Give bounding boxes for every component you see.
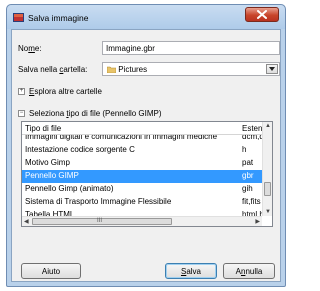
help-button-label: Aiuto xyxy=(41,266,61,276)
filetype-list-viewport: Tipo di file Estensioni Immagini digital… xyxy=(22,122,262,216)
filetype-name: Sistema di Trasporto Immagine Flessibile xyxy=(25,197,172,206)
expand-plus-icon: + xyxy=(18,88,25,95)
cancel-button-label: Annulla xyxy=(235,266,263,276)
column-header-ext[interactable]: Estensioni xyxy=(242,124,262,133)
horizontal-scroll-thumb[interactable]: III xyxy=(32,218,172,225)
list-item[interactable]: Intestazione codice sorgente C h xyxy=(22,144,262,157)
title-bar[interactable]: Salva immagine xyxy=(7,5,285,29)
scroll-left-icon[interactable]: ◀ xyxy=(24,218,29,225)
filetype-name: Pennello GIMP xyxy=(25,171,79,180)
filename-value: Immagine.gbr xyxy=(106,44,155,53)
folder-icon xyxy=(106,66,117,74)
vertical-scroll-thumb[interactable] xyxy=(264,182,271,196)
name-label: Nome: xyxy=(18,44,42,53)
browse-folders-expander[interactable]: + Esplora altre cartelle xyxy=(18,87,102,96)
save-image-dialog: Salva immagine Nome: Immagine.gbr Salva … xyxy=(6,4,286,287)
scroll-grip: III xyxy=(97,218,103,224)
filetype-extensions: gbr xyxy=(242,171,254,180)
cancel-button[interactable]: Annulla xyxy=(223,263,275,279)
list-item[interactable]: Motivo Gimp pat xyxy=(22,157,262,170)
browse-folders-label: Esplora altre cartelle xyxy=(29,87,102,96)
scroll-down-icon[interactable]: ▼ xyxy=(265,209,271,215)
scroll-right-icon[interactable]: ▶ xyxy=(255,218,260,225)
close-button[interactable] xyxy=(245,7,279,22)
column-header-type[interactable]: Tipo di file xyxy=(25,124,61,133)
filetype-extensions: gih xyxy=(242,184,253,193)
folder-label: Salva nella cartella: xyxy=(18,65,88,74)
window-title: Salva immagine xyxy=(28,13,89,23)
save-button-label: Salva xyxy=(180,266,202,276)
scroll-up-icon[interactable]: ▲ xyxy=(265,123,271,129)
filetype-name: Intestazione codice sorgente C xyxy=(25,145,135,154)
list-item[interactable]: Sistema di Trasporto Immagine Flessibile… xyxy=(22,196,262,209)
filetype-name: Motivo Gimp xyxy=(25,158,70,167)
filetype-name: Pennello Gimp (animato) xyxy=(25,184,114,193)
vertical-scrollbar[interactable]: ▲ ▼ xyxy=(262,122,272,216)
collapse-minus-icon: − xyxy=(18,110,25,117)
list-item[interactable]: Pennello Gimp (animato) gih xyxy=(22,183,262,196)
list-item[interactable]: Pennello GIMP gbr xyxy=(22,170,262,183)
folder-combo[interactable]: Pictures xyxy=(102,62,280,76)
filetype-label: Seleziona tipo di file (Pennello GIMP) xyxy=(29,109,162,118)
gimp-app-icon xyxy=(13,13,24,22)
save-button[interactable]: Salva xyxy=(165,263,217,279)
filename-input[interactable]: Immagine.gbr xyxy=(102,41,280,55)
chevron-down-icon[interactable] xyxy=(266,64,278,74)
folder-value: Pictures xyxy=(118,65,148,74)
close-icon xyxy=(257,10,267,19)
filetype-expander[interactable]: − Seleziona tipo di file (Pennello GIMP) xyxy=(18,109,162,118)
help-button[interactable]: Aiuto xyxy=(21,263,81,279)
list-item[interactable]: Tabella HTMLhtml,htm xyxy=(22,209,262,216)
filetype-extensions: fit,fits xyxy=(242,197,261,206)
filetype-extensions: h xyxy=(242,145,247,154)
filetype-list[interactable]: Tipo di file Estensioni Immagini digital… xyxy=(21,121,273,227)
filetype-extensions: pat xyxy=(242,158,254,167)
horizontal-scrollbar[interactable]: ◀ III ▶ xyxy=(22,216,262,226)
list-header: Tipo di file Estensioni xyxy=(22,122,262,135)
